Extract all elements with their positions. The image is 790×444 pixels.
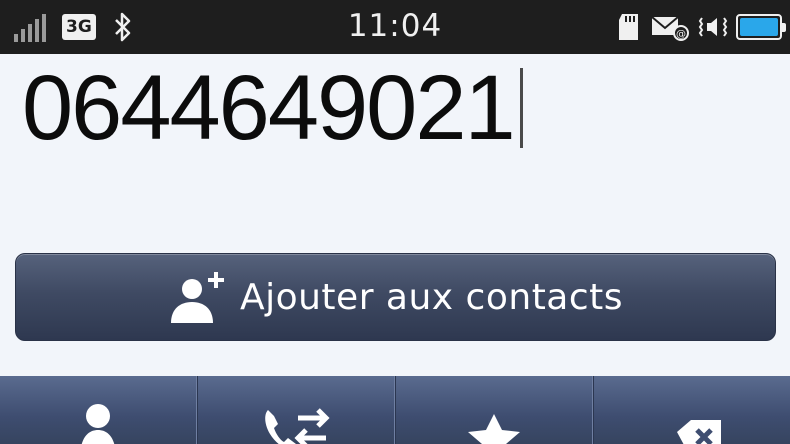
status-right-icons: @	[616, 10, 786, 44]
favorites-star-icon	[468, 414, 520, 444]
sd-card-icon	[619, 14, 638, 40]
vibrate-icon	[698, 17, 728, 37]
svg-text:@: @	[676, 29, 686, 40]
bottom-toolbar	[0, 376, 790, 444]
dialed-number-text: 0644649021	[22, 57, 516, 159]
dialed-number[interactable]: 0644649021	[22, 58, 523, 158]
toolbar-contacts-button[interactable]	[0, 376, 197, 444]
backspace-icon	[677, 420, 721, 444]
add-contact-icon	[170, 272, 224, 323]
contacts-icon	[81, 404, 115, 444]
add-to-contacts-button[interactable]: Ajouter aux contacts	[15, 253, 776, 341]
call-log-icon	[265, 408, 330, 444]
battery-icon	[736, 14, 786, 40]
toolbar-backspace-button[interactable]	[593, 376, 790, 444]
number-display[interactable]: 0644649021	[0, 54, 790, 204]
toolbar-call-log-button[interactable]	[197, 376, 395, 444]
toolbar-favorites-button[interactable]	[395, 376, 593, 444]
email-icon: @	[651, 16, 689, 41]
text-caret	[519, 68, 523, 148]
add-to-contacts-label: Ajouter aux contacts	[239, 276, 624, 318]
status-bar: 3G 11:04 @	[0, 0, 790, 54]
